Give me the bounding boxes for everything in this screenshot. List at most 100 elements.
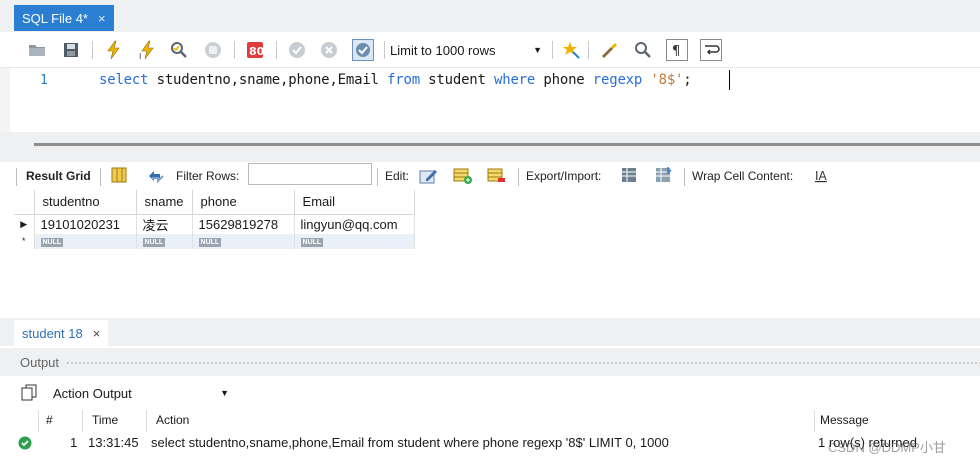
column-divider [82,410,83,432]
import-icon[interactable] [654,165,674,185]
column-header-sname[interactable]: sname [136,190,193,215]
toolbar-separator [100,168,101,186]
row-header-corner [14,190,35,215]
add-row-icon[interactable] [452,165,472,185]
wrap-icon[interactable] [700,39,722,61]
panel-splitter[interactable] [0,132,980,162]
svg-text:¶: ¶ [672,44,680,59]
open-folder-icon[interactable] [26,39,48,61]
toolbar-separator [234,41,235,59]
explain-icon[interactable] [168,39,190,61]
col-time-header[interactable]: Time [92,413,118,427]
svg-text:80: 80 [249,45,265,58]
grid-layout-icon[interactable] [110,166,128,184]
chevron-down-icon: ▼ [533,45,542,55]
grid-cell-phone[interactable]: 15629819278 [192,214,295,234]
filter-rows-input[interactable] [248,163,372,185]
toolbar-separator [377,168,378,186]
row-marker[interactable]: ▶ [14,214,35,234]
delete-row-icon[interactable] [486,165,506,185]
commit-icon[interactable] [286,39,308,61]
chevron-down-icon: ▼ [220,388,229,398]
beautify-icon[interactable] [560,39,582,61]
toolbar-separator [518,168,519,186]
close-icon[interactable]: × [93,326,101,341]
col-message-header[interactable]: Message [820,413,869,427]
save-icon[interactable] [60,39,82,61]
execute-current-icon[interactable]: I [136,39,158,61]
sql-code-line[interactable]: select studentno,sname,phone,Email from … [99,72,692,90]
grid-header-row: studentno sname phone Email [14,190,415,215]
editor-tab-strip [0,0,980,32]
col-num-header[interactable]: # [46,413,53,427]
svg-text:I: I [139,52,141,60]
grid-cell-sname[interactable]: 凌云 [136,214,193,234]
col-action-header[interactable]: Action [156,413,189,427]
close-tab-icon[interactable]: × [98,11,106,26]
result-tab[interactable]: student 18 × [14,320,109,346]
result-grid[interactable]: studentno sname phone Email ▶ 1910102023… [14,190,432,256]
grid-cell-null[interactable]: NULL [34,233,137,249]
sql-token-plain: student [419,72,494,88]
splitter-handle[interactable] [34,143,980,146]
output-type-select[interactable]: Action Output ▼ [46,381,236,405]
table-row[interactable]: * NULL NULL NULL NULL [14,233,415,249]
sql-file-tab[interactable]: SQL File 4* × [14,5,114,31]
limit-rows-select[interactable]: Limit to 1000 rows ▼ [390,40,550,60]
refresh-icon[interactable] [146,167,166,185]
null-badge: NULL [300,237,324,247]
output-row-number: 1 [70,435,78,450]
brush-icon[interactable] [598,39,620,61]
sql-token-plain: ; [683,72,692,88]
column-header-email[interactable]: Email [294,190,415,215]
filter-rows-label: Filter Rows: [176,169,240,183]
export-import-label: Export/Import: [526,169,602,183]
null-badge: NULL [142,237,166,247]
export-icon[interactable] [620,165,640,185]
output-type-value: Action Output [53,385,132,401]
line-number: 1 [40,73,48,88]
sql-editor-toolbar: I 80 Limit to 1000 rows ▼ ¶ [0,32,980,68]
wrap-cell-label: Wrap Cell Content: [692,169,794,183]
toolbar-separator [384,41,385,59]
limit-rows-value: Limit to 1000 rows [390,42,496,58]
column-divider [146,410,147,432]
output-row-time: 13:31:45 [88,435,139,450]
column-divider [814,410,815,432]
invisible-chars-icon[interactable]: ¶ [666,39,688,61]
column-header-phone[interactable]: phone [192,190,295,215]
toggle-continue-icon[interactable]: 80 [244,39,266,61]
grid-cell-null[interactable]: NULL [136,233,193,249]
table-row[interactable]: ▶ 19101020231 凌云 15629819278 lingyun@qq.… [14,214,415,234]
new-row-marker[interactable]: * [14,233,35,249]
sql-token-plain: phone [535,72,593,88]
column-divider [38,410,39,432]
sql-token-plain: studentno,sname,phone,Email [148,72,388,88]
output-header-grip [66,361,980,365]
grid-cell-studentno[interactable]: 19101020231 [34,214,137,234]
find-icon[interactable] [632,39,654,61]
sql-token-kw: regexp [592,72,643,88]
result-grid-label[interactable]: Result Grid [26,169,91,183]
output-title: Output [20,355,60,370]
result-tab-strip [0,318,980,346]
toolbar-separator [276,41,277,59]
grid-cell-null[interactable]: NULL [192,233,295,249]
wrap-cell-icon[interactable]: IA [812,165,832,185]
grid-cell-null[interactable]: NULL [294,233,415,249]
autocommit-icon[interactable] [352,39,374,61]
sql-token-str: '8$' [650,72,684,88]
toolbar-separator [552,41,553,59]
rollback-icon[interactable] [318,39,340,61]
watermark: CSDN @DDMP小甘 [828,440,946,455]
grid-cell-email[interactable]: lingyun@qq.com [294,214,415,234]
column-header-studentno[interactable]: studentno [34,190,137,215]
execute-icon[interactable] [103,39,125,61]
null-badge: NULL [40,237,64,247]
edit-row-icon[interactable] [418,165,438,185]
toolbar-separator [588,41,589,59]
copy-icon[interactable] [20,383,38,401]
null-badge: NULL [198,237,222,247]
stop-icon[interactable] [202,39,224,61]
output-row-action: select studentno,sname,phone,Email from … [151,435,669,450]
